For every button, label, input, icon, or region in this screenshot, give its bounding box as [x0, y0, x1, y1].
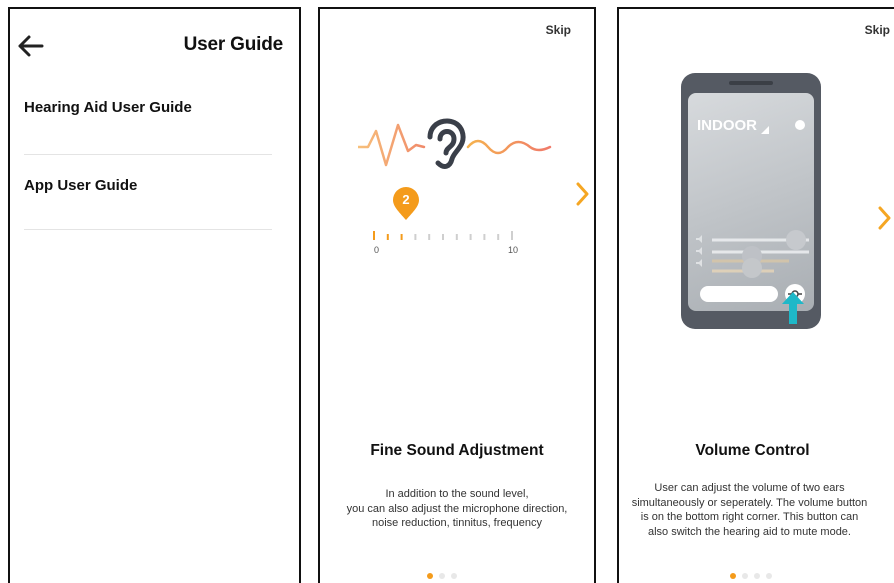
- page-dot: [427, 573, 433, 579]
- phone-mode-label: INDOOR: [697, 117, 757, 134]
- phone-screen: INDOOR: [688, 93, 814, 311]
- onboarding-slide-volume: Skip INDOOR Volume Control User can adju…: [617, 7, 894, 583]
- skip-button[interactable]: Skip: [546, 23, 571, 37]
- user-guide-screen: User Guide Hearing Aid User Guide App Us…: [8, 7, 301, 583]
- scale-min-label: 0: [374, 245, 380, 255]
- slide-description: User can adjust the volume of two ears s…: [631, 482, 868, 538]
- scale-max-label: 10: [508, 245, 519, 255]
- page-dot: [451, 573, 457, 579]
- page-dot: [766, 573, 772, 579]
- level-marker-value: 2: [402, 192, 410, 207]
- list-item-label: Hearing Aid User Guide: [24, 99, 192, 116]
- page-dot: [742, 573, 748, 579]
- slide-title: Fine Sound Adjustment: [370, 442, 544, 459]
- triangle-icon: [761, 126, 769, 134]
- volume-sliders: [696, 230, 809, 278]
- level-marker: 2: [392, 187, 420, 221]
- page-dot: [754, 573, 760, 579]
- page-title: User Guide: [183, 34, 284, 55]
- slide-title: Volume Control: [695, 442, 810, 459]
- onboarding-slide-sound: Skip 2 0 10 Fine Sound Adjustment In add…: [318, 7, 596, 583]
- page-dot: [730, 573, 736, 579]
- page-indicator: [730, 573, 782, 581]
- page-dot: [439, 573, 445, 579]
- ear-soundwave-illustration: [358, 118, 552, 169]
- phone-input-pill: [700, 286, 778, 302]
- skip-button[interactable]: Skip: [865, 23, 890, 37]
- page-indicator: [427, 573, 467, 581]
- chevron-right-icon[interactable]: [576, 181, 590, 207]
- ear-icon: [427, 118, 466, 169]
- phone-illustration: INDOOR: [681, 73, 821, 329]
- arrow-up-icon: [782, 292, 804, 324]
- arrow-left-icon[interactable]: [16, 33, 46, 59]
- chevron-right-icon[interactable]: [878, 205, 892, 231]
- list-item-hearing-aid-guide[interactable]: Hearing Aid User Guide: [24, 99, 272, 155]
- level-slider[interactable]: [370, 229, 530, 243]
- list-item-app-guide[interactable]: App User Guide: [24, 177, 272, 230]
- list-item-label: App User Guide: [24, 177, 138, 194]
- status-dot: [795, 120, 805, 130]
- slide-description: In addition to the sound level, you can …: [346, 488, 568, 529]
